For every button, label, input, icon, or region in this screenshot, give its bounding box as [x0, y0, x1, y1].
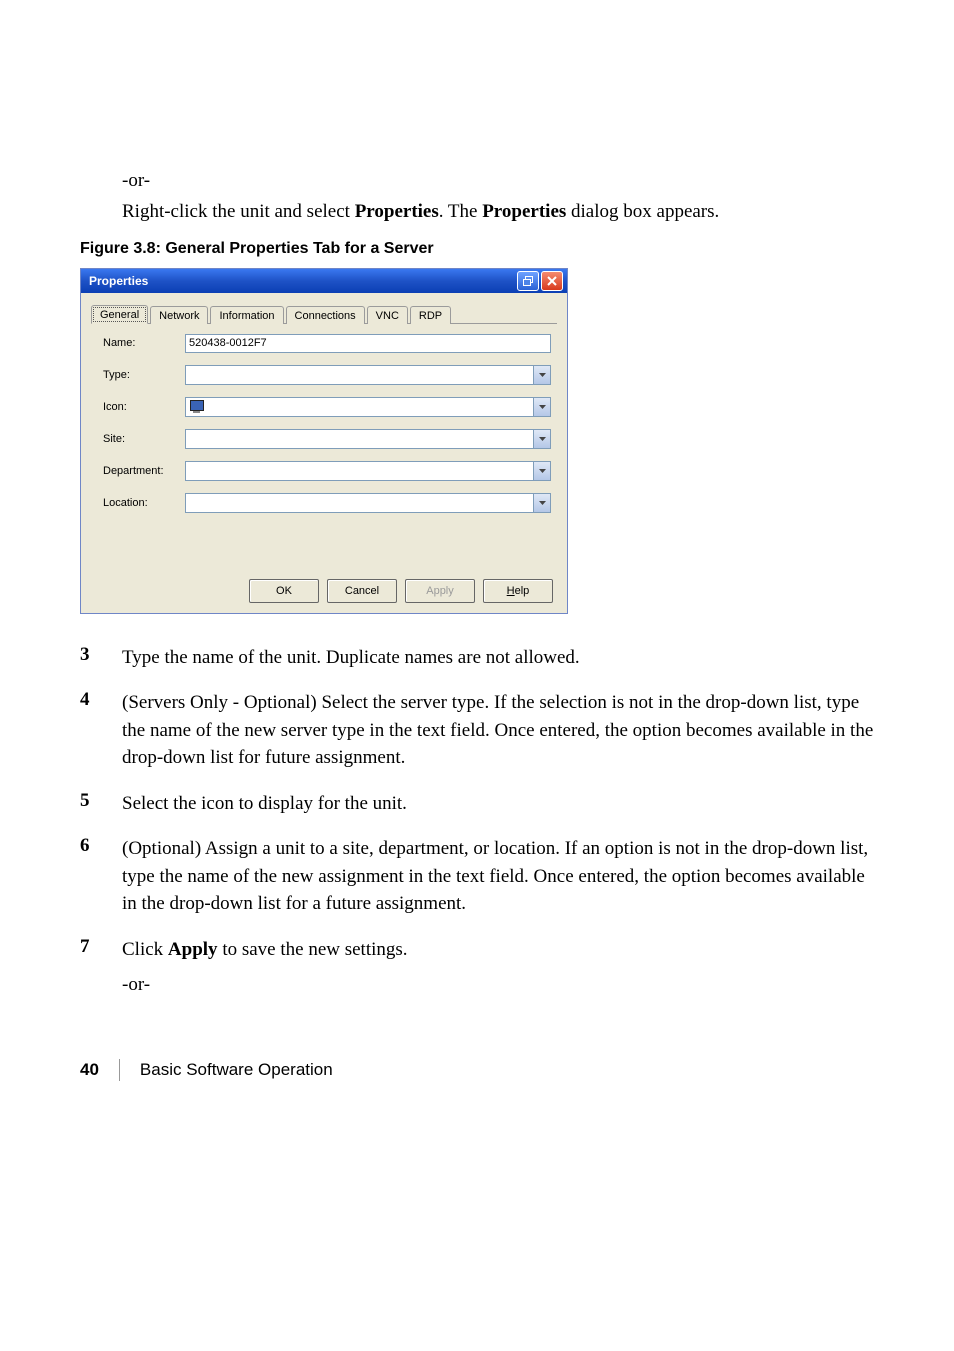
site-label: Site: — [103, 433, 185, 445]
tabstrip: General Network Information Connections … — [91, 301, 557, 324]
icon-combo[interactable] — [185, 397, 551, 417]
restore-icon — [523, 276, 533, 286]
ok-button[interactable]: OK — [249, 579, 319, 603]
help-button[interactable]: Help — [483, 579, 553, 603]
titlebar[interactable]: Properties — [81, 269, 567, 293]
step-7-text: Click Apply to save the new settings. -o… — [122, 936, 874, 999]
page-number: 40 — [80, 1060, 99, 1080]
footer-divider — [119, 1059, 120, 1081]
step-7-bold: Apply — [168, 939, 218, 960]
site-value — [186, 430, 533, 448]
apply-button[interactable]: Apply — [405, 579, 475, 603]
name-input[interactable] — [185, 334, 551, 353]
location-value — [186, 494, 533, 512]
step-3-num: 3 — [80, 644, 122, 672]
cancel-button[interactable]: Cancel — [327, 579, 397, 603]
intro-or: -or- — [122, 170, 874, 192]
help-mnemonic: H — [507, 585, 515, 597]
department-label: Department: — [103, 465, 185, 477]
department-value — [186, 462, 533, 480]
type-value — [186, 366, 533, 384]
location-label: Location: — [103, 497, 185, 509]
intro-text: Right-click the unit and select Properti… — [122, 198, 874, 226]
close-button[interactable] — [541, 271, 563, 291]
step-7-a: Click — [122, 939, 168, 960]
properties-dialog: Properties General Network Information C… — [80, 268, 568, 614]
chevron-down-icon[interactable] — [533, 398, 550, 416]
help-rest: elp — [515, 585, 530, 597]
step-3-text: Type the name of the unit. Duplicate nam… — [122, 644, 874, 672]
tab-vnc[interactable]: VNC — [367, 306, 408, 324]
step-6-num: 6 — [80, 835, 122, 918]
figure-caption: Figure 3.8: General Properties Tab for a… — [80, 240, 874, 258]
step-5-text: Select the icon to display for the unit. — [122, 790, 874, 818]
monitor-icon — [189, 400, 205, 414]
chevron-down-icon[interactable] — [533, 430, 550, 448]
step-7-b: to save the new settings. — [218, 939, 408, 960]
step-4-num: 4 — [80, 689, 122, 772]
name-label: Name: — [103, 337, 185, 349]
location-combo[interactable] — [185, 493, 551, 513]
page-footer: 40 Basic Software Operation — [80, 1059, 874, 1081]
tab-information[interactable]: Information — [210, 306, 283, 324]
type-label: Type: — [103, 369, 185, 381]
chevron-down-icon[interactable] — [533, 366, 550, 384]
site-combo[interactable] — [185, 429, 551, 449]
tab-general[interactable]: General — [91, 305, 148, 324]
step-7-num: 7 — [80, 936, 122, 999]
chevron-down-icon[interactable] — [533, 494, 550, 512]
icon-value — [186, 398, 533, 416]
tab-rdp[interactable]: RDP — [410, 306, 451, 324]
intro-part-e: dialog box appears. — [566, 201, 719, 222]
tab-network[interactable]: Network — [150, 306, 208, 324]
step-7-or: -or- — [122, 971, 874, 999]
dialog-title: Properties — [89, 274, 515, 288]
intro-bold-2: Properties — [482, 201, 566, 222]
close-icon — [547, 276, 557, 286]
chevron-down-icon[interactable] — [533, 462, 550, 480]
step-5-num: 5 — [80, 790, 122, 818]
department-combo[interactable] — [185, 461, 551, 481]
icon-label: Icon: — [103, 401, 185, 413]
intro-part-c: . The — [439, 201, 482, 222]
step-6-text: (Optional) Assign a unit to a site, depa… — [122, 835, 874, 918]
tab-connections[interactable]: Connections — [286, 306, 365, 324]
restore-button[interactable] — [517, 271, 539, 291]
step-4-text: (Servers Only - Optional) Select the ser… — [122, 689, 874, 772]
section-title: Basic Software Operation — [140, 1060, 333, 1080]
type-combo[interactable] — [185, 365, 551, 385]
intro-part-a: Right-click the unit and select — [122, 201, 355, 222]
intro-bold-1: Properties — [355, 201, 439, 222]
